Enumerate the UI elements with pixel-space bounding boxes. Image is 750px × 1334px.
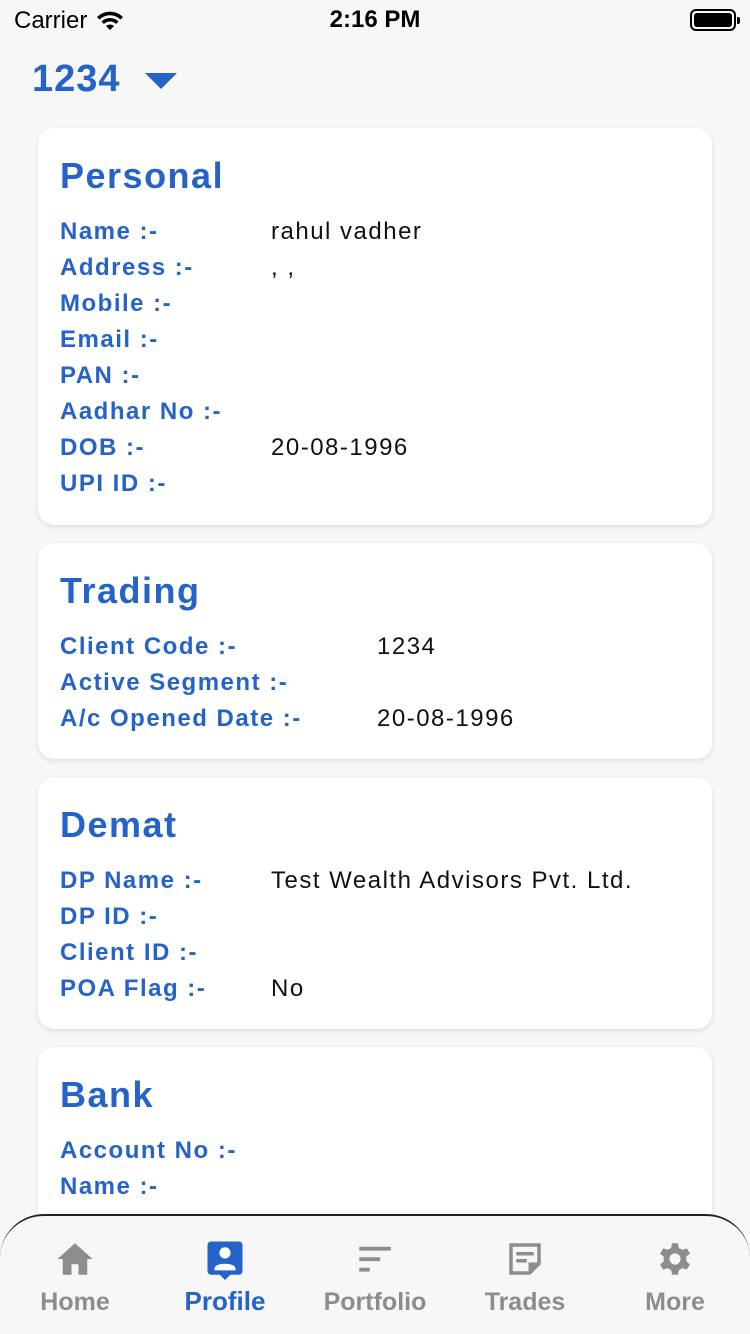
personal-row-address: Address :- , , (60, 250, 690, 286)
trading-card: Trading Client Code :- 1234 Active Segmen… (38, 543, 712, 759)
status-time: 2:16 PM (329, 6, 421, 33)
trading-row-client-code: Client Code :- 1234 (60, 629, 690, 665)
field-label: Name :- (60, 1173, 159, 1200)
personal-row-email: Email :- (60, 322, 690, 358)
demat-row-dp-id: DP ID :- (60, 899, 690, 935)
field-label: Aadhar No :- (60, 398, 222, 425)
tab-profile[interactable]: Profile (150, 1216, 300, 1334)
dropdown-caret-icon (144, 72, 177, 89)
gear-icon (660, 1243, 690, 1275)
field-label: Client ID :- (60, 939, 198, 966)
personal-row-upi: UPI ID :- (60, 466, 690, 502)
field-label: Client Code :- (60, 633, 237, 660)
bank-row-account-no: Account No :- (60, 1133, 690, 1169)
field-label: PAN :- (60, 362, 141, 389)
field-value: No (271, 975, 305, 1002)
field-label: DP ID :- (60, 903, 159, 930)
field-label: Name :- (60, 218, 159, 245)
field-label: POA Flag :- (60, 975, 207, 1002)
personal-row-mobile: Mobile :- (60, 286, 690, 322)
field-label: Mobile :- (60, 290, 173, 317)
status-bar: Carrier 2:16 PM (0, 0, 750, 40)
field-label: Active Segment :- (60, 669, 289, 696)
tab-label: Profile (184, 1286, 266, 1316)
field-value: 1234 (377, 633, 437, 660)
bank-row-name: Name :- (60, 1169, 690, 1205)
tab-trades[interactable]: Trades (450, 1216, 600, 1334)
personal-row-name: Name :- rahul vadher (60, 214, 690, 250)
field-value: , , (271, 254, 296, 281)
tab-home[interactable]: Home (0, 1216, 150, 1334)
tab-label: Trades (484, 1288, 566, 1316)
demat-row-poa-flag: POA Flag :- No (60, 971, 690, 1007)
field-label: Address :- (60, 254, 194, 281)
personal-title: Personal (60, 155, 225, 196)
portfolio-icon (359, 1246, 391, 1272)
trading-row-active-segment: Active Segment :- (60, 665, 690, 701)
field-label: DOB :- (60, 434, 145, 461)
trading-row-opened-date: A/c Opened Date :- 20-08-1996 (60, 701, 690, 737)
field-value: rahul vadher (271, 218, 423, 245)
demat-title: Demat (60, 804, 178, 845)
personal-card: Personal Name :- rahul vadher Address :-,… (38, 128, 712, 525)
profile-icon (207, 1241, 243, 1280)
personal-row-pan: PAN :- (60, 358, 690, 394)
field-label: Account No :- (60, 1137, 237, 1164)
field-label: DP Name :- (60, 867, 203, 894)
field-label: A/c Opened Date :- (60, 705, 302, 732)
field-value: Test Wealth Advisors Pvt. Ltd. (271, 867, 634, 894)
field-value: 20-08-1996 (377, 705, 515, 732)
bank-title: Bank (60, 1074, 155, 1115)
tab-label: Home (40, 1288, 110, 1316)
personal-row-dob: DOB :- 20-08-1996 (60, 430, 690, 466)
demat-row-client-id: Client ID :- (60, 935, 690, 971)
account-selector[interactable]: 1234 (32, 58, 177, 101)
trades-icon (509, 1243, 541, 1275)
field-value: 20-08-1996 (271, 434, 409, 461)
field-label: Email :- (60, 326, 159, 353)
tab-portfolio[interactable]: Portfolio (300, 1216, 450, 1334)
home-icon (57, 1243, 93, 1275)
tab-more[interactable]: More (600, 1216, 750, 1334)
account-number: 1234 (32, 58, 121, 100)
field-label: UPI ID :- (60, 470, 167, 497)
bottom-tab-bar: Home Profile Portfolio Trades More (0, 1214, 750, 1334)
personal-row-aadhar: Aadhar No :- (60, 394, 690, 430)
demat-card: Demat DP Name :- Test Wealth Advisors Pvt… (38, 777, 712, 1029)
tab-label: Portfolio (323, 1288, 427, 1316)
battery-icon (690, 9, 740, 31)
tab-label: More (645, 1288, 705, 1316)
trading-title: Trading (60, 570, 201, 611)
demat-row-dp-name: DP Name :- Test Wealth Advisors Pvt. Ltd. (60, 863, 690, 899)
